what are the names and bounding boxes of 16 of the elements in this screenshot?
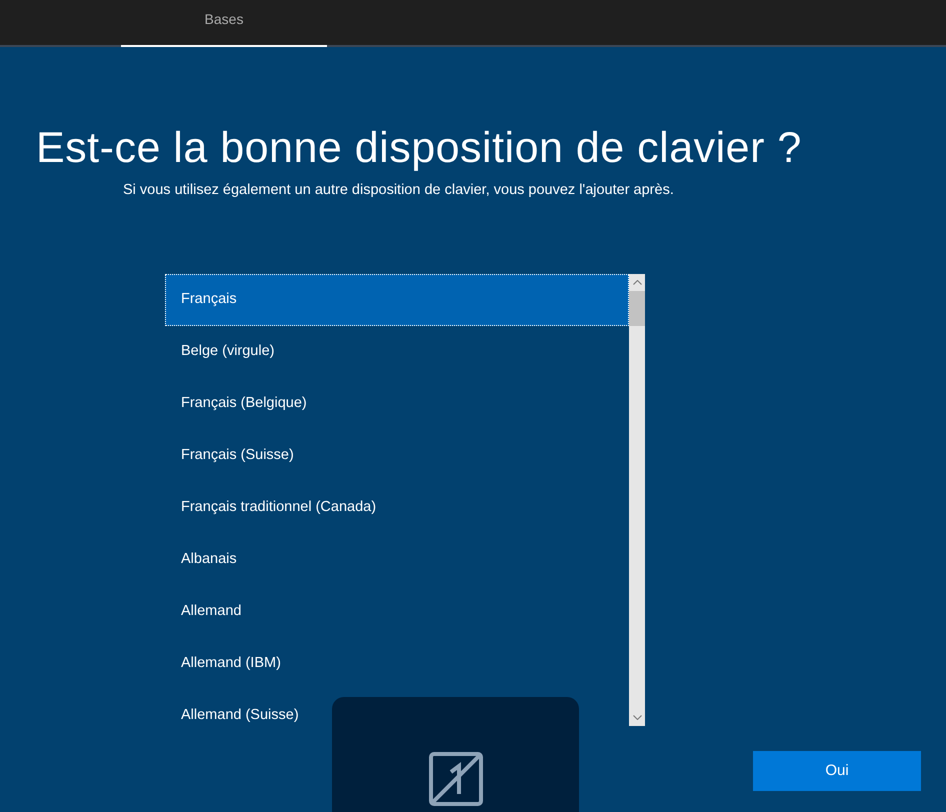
layout-item[interactable]: Albanais <box>165 534 629 586</box>
layout-item[interactable]: Allemand (IBM) <box>165 638 629 690</box>
layout-item[interactable]: Français <box>165 274 629 326</box>
layout-item[interactable]: Français traditionnel (Canada) <box>165 482 629 534</box>
scroll-up-icon[interactable] <box>632 280 642 286</box>
scroll-down-icon[interactable] <box>632 715 642 720</box>
slashed-square-icon <box>428 752 482 806</box>
layout-item[interactable]: Allemand <box>165 586 629 638</box>
layout-item[interactable]: Belge (virgule) <box>165 326 629 378</box>
layout-item[interactable]: Français (Belgique) <box>165 378 629 430</box>
yes-button[interactable]: Oui <box>753 751 921 791</box>
scroll-thumb[interactable] <box>629 291 645 326</box>
layout-item[interactable]: Français (Suisse) <box>165 430 629 482</box>
page-heading: Est-ce la bonne disposition de clavier ? <box>36 125 803 172</box>
subtitle: Si vous utilisez également un autre disposition de clavier, vous pouvez l'ajouter après. <box>123 181 675 200</box>
scrollbar[interactable] <box>629 274 645 726</box>
